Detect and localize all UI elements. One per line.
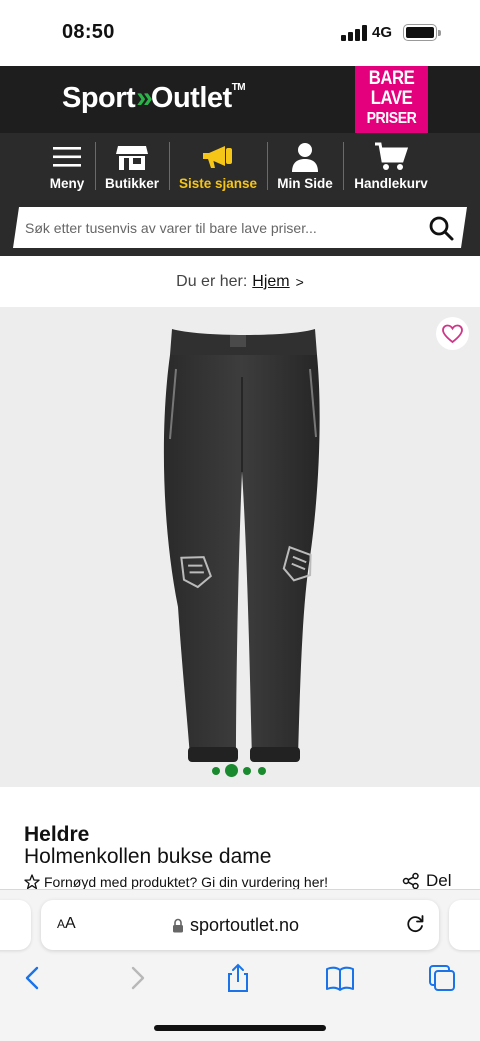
forward-icon[interactable] (121, 962, 153, 994)
gallery-dot-active[interactable] (225, 764, 238, 777)
tabs-icon[interactable] (426, 962, 458, 994)
product-brand[interactable]: Heldre (24, 823, 89, 847)
nav-label-my-page: Min Side (277, 176, 333, 191)
text-size-small: A (57, 917, 66, 931)
product-gallery[interactable] (0, 307, 480, 787)
url-display[interactable]: sportoutlet.no (172, 913, 299, 937)
nav-divider (95, 142, 96, 190)
hamburger-icon (53, 147, 81, 167)
nav-label-menu: Meny (49, 176, 85, 191)
network-label: 4G (372, 24, 393, 41)
reload-icon[interactable] (404, 913, 426, 935)
url-text: sportoutlet.no (190, 914, 300, 935)
share-icon (402, 872, 419, 890)
rating-prompt-text: Fornøyd med produktet? Gi din vurdering … (44, 874, 329, 890)
logo-text-outlet: Outlet (150, 81, 232, 114)
status-time: 08:50 (62, 21, 115, 43)
search-input[interactable] (25, 207, 415, 248)
text-size-large: A (65, 915, 76, 932)
gallery-pagination (0, 764, 480, 778)
nav-label-cart: Handlekurv (354, 176, 428, 191)
nav-label-last-chance: Siste sjanse (178, 176, 258, 191)
share-sheet-icon[interactable] (222, 962, 254, 994)
gallery-dot[interactable] (258, 767, 266, 775)
heart-icon (442, 324, 463, 344)
logo-trademark: TM (231, 82, 246, 93)
favorite-button[interactable] (436, 317, 469, 350)
promo-line-2: LAVE (370, 88, 413, 109)
nav-item-menu[interactable]: Meny (45, 133, 89, 199)
logo-arrows-icon: » (136, 81, 153, 114)
promo-badge[interactable]: BARE LAVE PRISER (355, 66, 428, 139)
star-icon (24, 874, 40, 890)
back-icon[interactable] (17, 962, 49, 994)
megaphone-icon (203, 146, 232, 168)
home-indicator (154, 1025, 326, 1031)
text-size-button[interactable]: AA (57, 915, 76, 933)
breadcrumb-home-link[interactable]: Hjem (252, 273, 289, 291)
nav-divider (343, 142, 344, 190)
share-label: Del (426, 871, 452, 890)
gallery-dot[interactable] (212, 767, 220, 775)
battery-icon (403, 24, 441, 41)
previous-tab-peek[interactable] (0, 900, 31, 950)
nav-label-stores: Butikker (104, 176, 160, 191)
next-tab-peek[interactable] (449, 900, 480, 950)
gallery-dot[interactable] (243, 767, 251, 775)
site-logo[interactable]: Sport» Outlet TM (62, 80, 246, 116)
lock-icon (173, 918, 183, 932)
signal-icon (341, 25, 367, 41)
promo-line-3: PRISER (366, 110, 417, 127)
user-icon (292, 143, 318, 172)
breadcrumb-prefix: Du er her: (176, 272, 248, 290)
cart-icon (375, 142, 408, 170)
promo-line-1: BARE (368, 68, 415, 89)
nav-divider (267, 142, 268, 190)
nav-item-stores[interactable]: Butikker (100, 133, 164, 199)
logo-text-sport: Sport (62, 81, 136, 114)
product-title: Holmenkollen bukse dame (24, 845, 272, 868)
nav-item-last-chance[interactable]: Siste sjanse (174, 133, 262, 199)
bookmarks-icon[interactable] (324, 962, 356, 994)
store-icon (116, 146, 148, 170)
breadcrumb-chevron: > (295, 273, 304, 290)
nav-item-cart[interactable]: Handlekurv (348, 133, 434, 199)
nav-item-my-page[interactable]: Min Side (272, 133, 338, 199)
search-box (13, 207, 467, 248)
nav-divider (169, 142, 170, 190)
product-image (163, 329, 320, 762)
search-icon[interactable] (427, 214, 455, 242)
breadcrumb: Du er her: Hjem > (0, 256, 480, 307)
